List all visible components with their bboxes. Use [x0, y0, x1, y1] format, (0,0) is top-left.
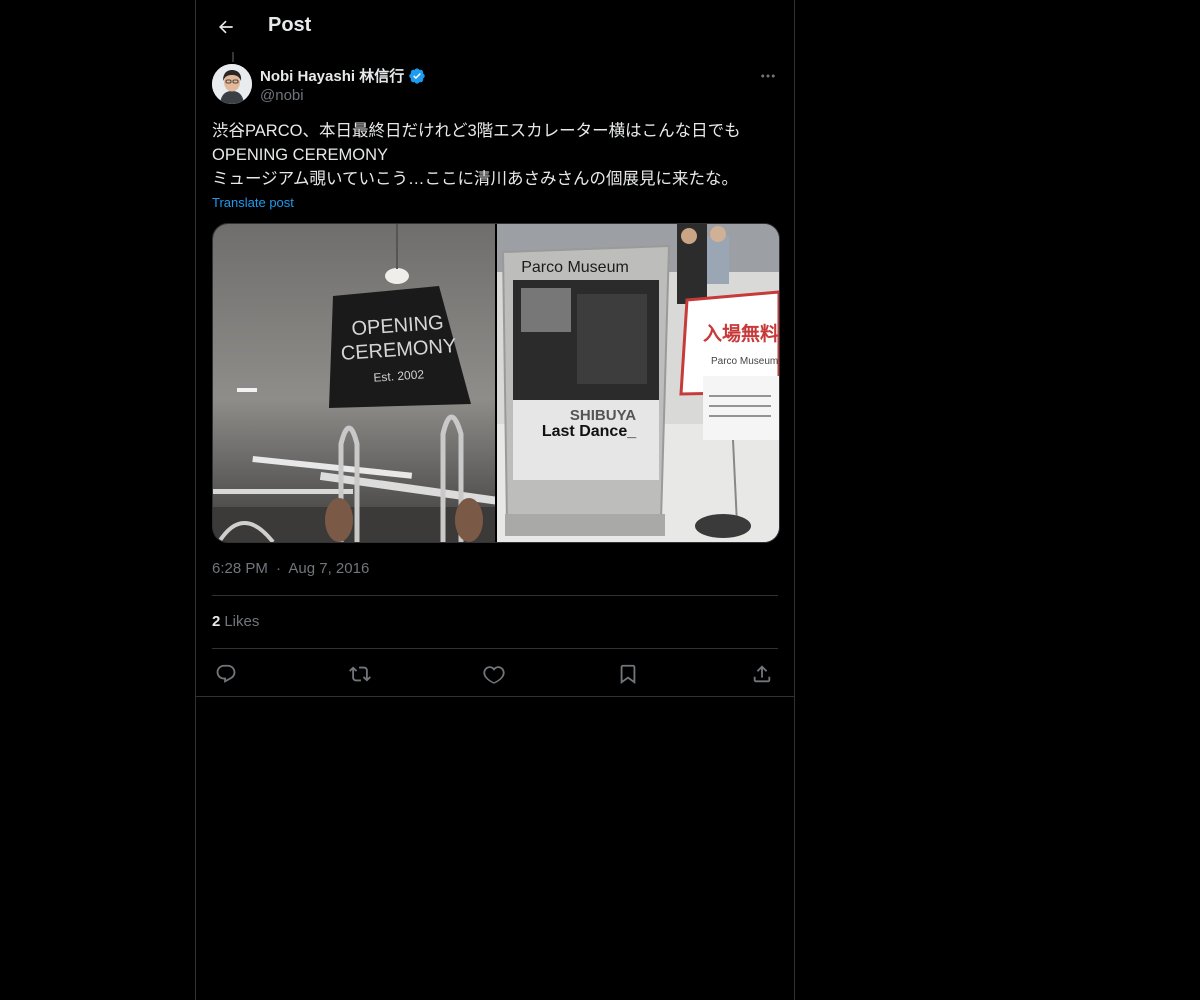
post-timestamp[interactable]: 6:28 PM · Aug 7, 2016 — [212, 560, 369, 577]
thread-connector — [232, 52, 234, 62]
reply-button[interactable] — [212, 660, 240, 688]
reply-icon — [216, 664, 236, 683]
author-name-label: Nobi Hayashi 林信行 — [260, 68, 405, 85]
post-time: 6:28 PM — [212, 560, 268, 577]
heart-icon — [483, 666, 505, 684]
post-media: OPENING CEREMONY Est. 2002 Parco Museum … — [212, 223, 780, 543]
post-text: 渋谷PARCO、本日最終日だけれど3階エスカレーター横はこんな日でも OPENI… — [212, 119, 772, 191]
post-text-line: ミュージアム覗いていこう…ここに清川あさみさんの個展見に来たな。 — [212, 170, 739, 188]
likes-stat[interactable]: 2 Likes — [212, 613, 259, 630]
timestamp-separator: · — [276, 560, 282, 577]
translate-post-link[interactable]: Translate post — [212, 195, 294, 210]
likes-count: 2 — [212, 613, 221, 630]
share-icon — [753, 665, 771, 683]
bookmark-button[interactable] — [614, 660, 642, 688]
back-button[interactable] — [212, 13, 240, 41]
post-text-line: OPENING CEREMONY — [212, 146, 389, 164]
arrow-left-icon — [219, 20, 233, 34]
avatar[interactable] — [212, 64, 252, 104]
bookmark-icon — [620, 664, 636, 685]
poster-text-line1: SHIBUYA — [570, 407, 636, 424]
verified-badge-icon — [409, 67, 425, 84]
notice-title-text: 入場無料 — [703, 322, 779, 345]
repost-button[interactable] — [346, 660, 374, 688]
divider — [212, 648, 778, 649]
post-date: Aug 7, 2016 — [288, 560, 370, 577]
action-bar — [212, 660, 778, 688]
repost-icon — [349, 666, 371, 682]
notice-sub-text: Parco Museum — [711, 356, 778, 367]
divider — [196, 696, 794, 697]
board-title-text: Parco Museum — [521, 259, 629, 276]
post-detail-column: Post Nobi Hayashi 林信行 @nobi 渋谷PARCO、本日最終… — [195, 0, 795, 1000]
page-header: Post — [196, 0, 794, 53]
post-text-line: 渋谷PARCO、本日最終日だけれど3階エスカレーター横はこんな日でも — [212, 122, 741, 140]
more-options-button[interactable] — [756, 64, 780, 88]
post-image-parco-museum[interactable]: Parco Museum SHIBUYA Last Dance_ 入場無料 Pa… — [497, 224, 779, 542]
more-horizontal-icon — [761, 74, 775, 78]
likes-label: Likes — [224, 613, 260, 630]
avatar-image — [212, 64, 252, 104]
post-image-opening-ceremony[interactable]: OPENING CEREMONY Est. 2002 — [213, 224, 495, 542]
author-name[interactable]: Nobi Hayashi 林信行 — [260, 65, 426, 86]
poster-text-line2: Last Dance_ — [542, 423, 637, 440]
divider — [212, 595, 778, 596]
author-handle[interactable]: @nobi — [260, 87, 304, 104]
like-button[interactable] — [480, 660, 508, 688]
share-button[interactable] — [748, 660, 776, 688]
page-title: Post — [268, 14, 312, 36]
